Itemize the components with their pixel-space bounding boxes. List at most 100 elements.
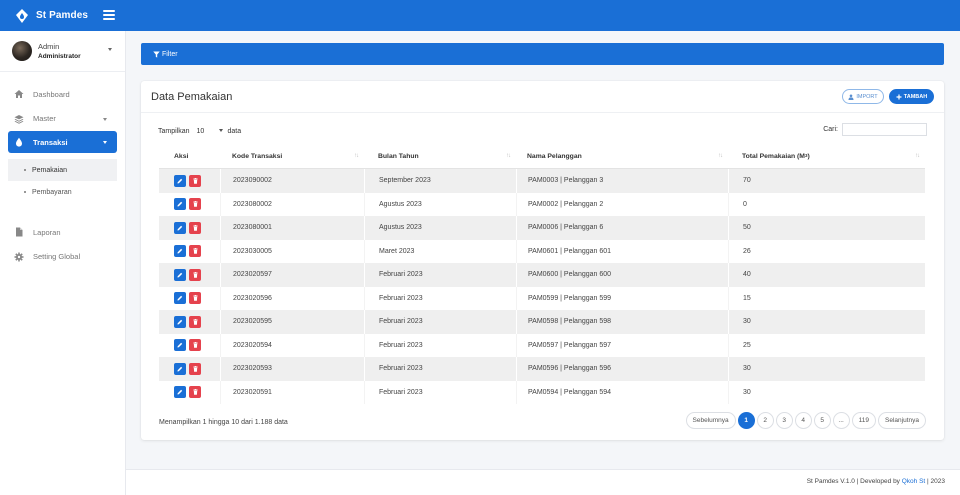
user-panel[interactable]: Admin Administrator	[0, 31, 125, 72]
edit-button[interactable]	[174, 292, 186, 305]
brand-name: St Pamdes	[36, 10, 89, 21]
cell-aksi	[159, 334, 220, 358]
col-header-label: Bulan Tahun	[378, 153, 419, 160]
cell-kode: 2023080001	[220, 216, 364, 240]
page-button-2[interactable]: 2	[756, 412, 774, 429]
sidebar-subitem-pembayaran[interactable]: Pembayaran	[0, 181, 125, 203]
table-row: 2023020595 Februari 2023 PAM0598 | Pelangg…	[159, 310, 925, 334]
pencil-icon	[177, 201, 183, 207]
sidebar-subitem-pemakaian[interactable]: Pemakaian	[8, 159, 117, 181]
cell-bulan: Agustus 2023	[364, 192, 516, 216]
sidebar-item-label: Dashboard	[33, 89, 70, 99]
delete-button[interactable]	[189, 245, 201, 258]
cell-pelanggan: PAM0594 | Pelanggan 594	[516, 380, 728, 404]
edit-button[interactable]	[174, 245, 186, 258]
sidebar-item-laporan[interactable]: Laporan	[0, 220, 125, 245]
page-length-select[interactable]: 10	[193, 125, 225, 137]
next-page-button[interactable]: Selanjutnya	[878, 412, 926, 429]
cell-aksi	[159, 216, 220, 240]
delete-button[interactable]	[189, 386, 201, 399]
cell-pelanggan: PAM0597 | Pelanggan 597	[516, 333, 728, 357]
cell-total: 15	[728, 286, 925, 310]
cell-total: 30	[728, 310, 925, 334]
prev-page-button[interactable]: Sebelumnya	[685, 412, 736, 429]
search-label: Cari:	[823, 126, 838, 133]
top-navbar: St Pamdes	[0, 0, 960, 31]
sidebar-item-transaksi[interactable]: Transaksi	[8, 131, 117, 153]
delete-button[interactable]	[189, 362, 201, 375]
cell-total: 40	[728, 263, 925, 287]
table-row: 2023020591 Februari 2023 PAM0594 | Pelangg…	[159, 380, 925, 404]
pencil-icon	[177, 342, 183, 348]
data-table: Aksi Kode Transaksi ↑↓ Bulan Tahun ↑↓ Nama…	[159, 145, 925, 404]
page-button-3[interactable]: 3	[775, 412, 793, 429]
col-header-label: Kode Transaksi	[232, 153, 283, 160]
sidebar-item-dashboard[interactable]: Dashboard	[0, 82, 125, 107]
add-button[interactable]: TAMBAH	[889, 89, 934, 104]
col-bulan[interactable]: Bulan Tahun ↑↓	[364, 145, 516, 169]
edit-button[interactable]	[174, 386, 186, 399]
edit-button[interactable]	[174, 315, 186, 328]
col-pelanggan[interactable]: Nama Pelanggan ↑↓	[516, 145, 728, 169]
edit-button[interactable]	[174, 268, 186, 281]
sidebar-item-master[interactable]: Master	[0, 107, 125, 132]
cell-bulan: Februari 2023	[364, 310, 516, 334]
page-length-value: 10	[196, 127, 205, 135]
cell-aksi	[159, 310, 220, 334]
footer: St Pamdes V.1.0 | Developed by Qkoh St |…	[126, 469, 960, 495]
cell-pelanggan: PAM0002 | Pelanggan 2	[516, 192, 728, 216]
hamburger-icon[interactable]	[103, 10, 115, 20]
gear-icon	[14, 252, 24, 262]
cell-total: 25	[728, 333, 925, 357]
pagination: Sebelumnya 1 2 3 4 5 ... 119 Selanjutnya	[684, 412, 926, 429]
pencil-icon	[177, 272, 183, 278]
table-info: Menampilkan 1 hingga 10 dari 1.188 data	[159, 419, 288, 426]
sort-icon: ↑↓	[915, 153, 920, 159]
cell-pelanggan: PAM0003 | Pelanggan 3	[516, 169, 728, 193]
edit-button[interactable]	[174, 221, 186, 234]
delete-button[interactable]	[189, 198, 201, 211]
delete-button[interactable]	[189, 292, 201, 305]
cell-total: 50	[728, 216, 925, 240]
cell-total: 30	[728, 357, 925, 381]
table-row: 2023080001 Agustus 2023 PAM0006 | Pelangga…	[159, 216, 925, 240]
user-upload-icon	[848, 94, 854, 100]
filter-toggle[interactable]: Filter	[141, 43, 944, 65]
length-prefix: Tampilkan	[158, 127, 190, 135]
trash-icon	[192, 177, 198, 184]
delete-button[interactable]	[189, 339, 201, 352]
cell-bulan: Agustus 2023	[364, 216, 516, 240]
trash-icon	[192, 389, 198, 396]
table-row: 2023020593 Februari 2023 PAM0596 | Pelangg…	[159, 357, 925, 381]
developer-link[interactable]: Qkoh St	[902, 478, 925, 485]
delete-button[interactable]	[189, 174, 201, 187]
delete-button[interactable]	[189, 268, 201, 281]
import-button[interactable]: IMPORT	[842, 89, 884, 104]
sort-icon: ↑↓	[354, 153, 359, 159]
sidebar-item-setting-global[interactable]: Setting Global	[0, 245, 125, 270]
edit-button[interactable]	[174, 198, 186, 211]
col-total[interactable]: Total Pemakaian (M3) ↑↓	[728, 145, 925, 169]
page-button-4[interactable]: 4	[794, 412, 812, 429]
filter-icon	[153, 50, 160, 58]
trash-icon	[192, 248, 198, 255]
page-button-1[interactable]: 1	[737, 412, 755, 429]
edit-button[interactable]	[174, 362, 186, 375]
cell-bulan: Februari 2023	[364, 263, 516, 287]
delete-button[interactable]	[189, 315, 201, 328]
trash-icon	[192, 224, 198, 231]
search-input[interactable]	[842, 123, 927, 136]
edit-button[interactable]	[174, 174, 186, 187]
delete-button[interactable]	[189, 221, 201, 234]
table-row: 2023020594 Februari 2023 PAM0597 | Pelangg…	[159, 333, 925, 358]
cell-kode: 2023020597	[220, 263, 364, 287]
cell-bulan: September 2023	[364, 169, 516, 193]
edit-button[interactable]	[174, 339, 186, 352]
page-button-last[interactable]: 119	[851, 412, 877, 429]
length-suffix: data	[227, 127, 242, 135]
cell-bulan: Maret 2023	[364, 239, 516, 263]
page-button-5[interactable]: 5	[813, 412, 831, 429]
pencil-icon	[177, 295, 183, 301]
col-kode[interactable]: Kode Transaksi ↑↓	[220, 145, 364, 169]
cell-bulan: Februari 2023	[364, 357, 516, 381]
